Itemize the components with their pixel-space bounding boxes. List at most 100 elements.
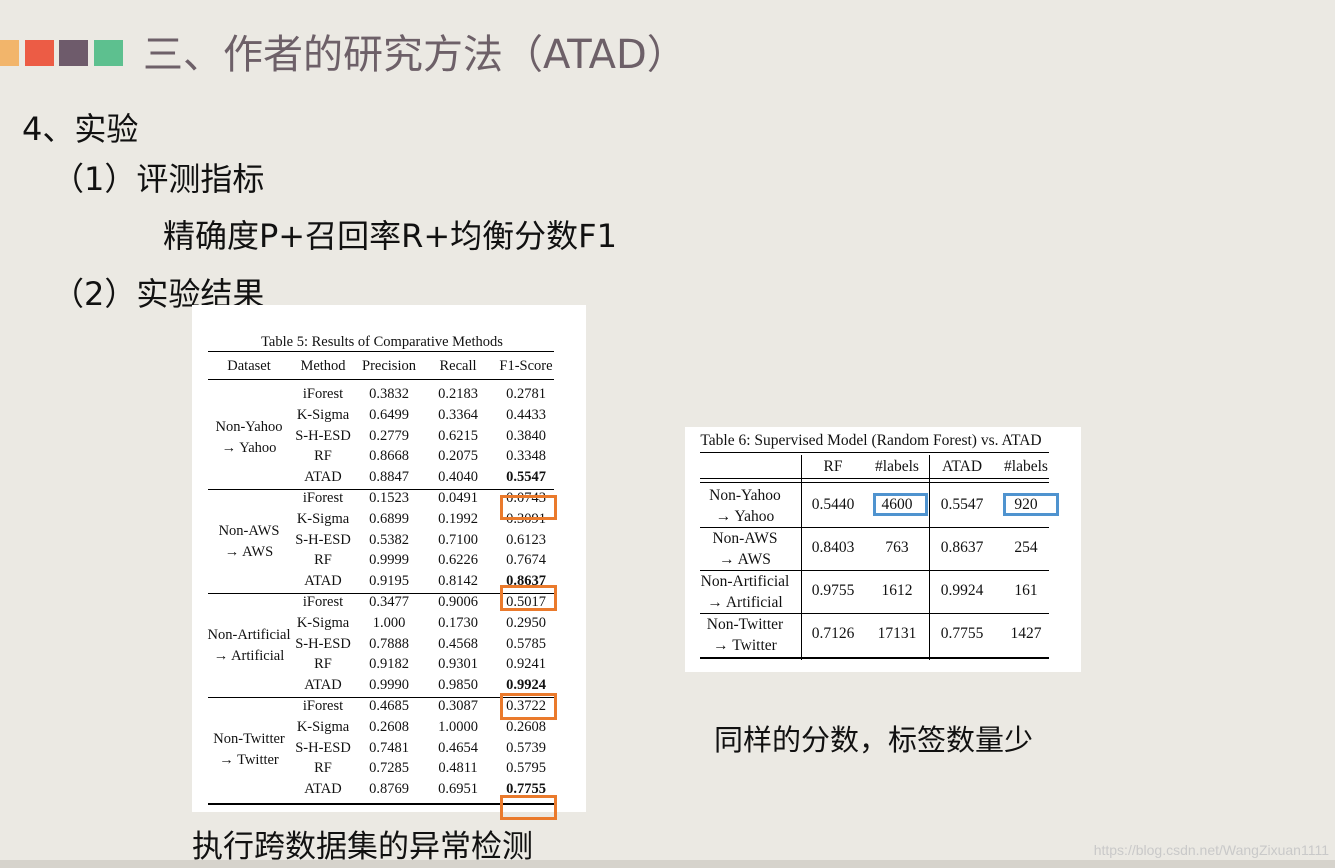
table5-cell: 0.9301 — [438, 656, 478, 673]
accent-square-3 — [59, 40, 88, 66]
table5-cell: S-H-ESD — [295, 531, 351, 548]
table6-header-atad: ATAD — [941, 458, 983, 475]
highlight-box — [500, 693, 557, 720]
table6-cell: 0.8403 — [811, 539, 855, 556]
table6-title: Table 6: Supervised Model (Random Forest… — [700, 432, 1042, 449]
table5-cell: 0.9999 — [369, 552, 409, 569]
table6-cell: 161 — [1014, 582, 1038, 599]
table5-cell: 0.1523 — [369, 490, 409, 506]
table6-cell: 0.5547 — [940, 496, 984, 513]
table5-cell: 0.7481 — [369, 739, 409, 756]
highlight-box — [500, 795, 557, 820]
table6-dataset-label: Non-Twitter → Twitter — [706, 616, 784, 654]
table5-dataset-label: Non-AWS → AWS — [218, 523, 280, 560]
table6-header-atad-labels: #labels — [1004, 458, 1048, 475]
table5-cell: S-H-ESD — [295, 427, 351, 444]
table5-cell: ATAD — [304, 469, 342, 486]
table5-cell: S-H-ESD — [295, 739, 351, 756]
table5-cell: 0.0491 — [438, 490, 478, 506]
highlight-box — [500, 585, 557, 611]
table5-cell: 0.4040 — [438, 469, 478, 486]
caption-right: 同样的分数，标签数量少 — [714, 723, 1034, 757]
table6-cell: 1427 — [1010, 625, 1042, 642]
table5-cell: 1.0000 — [438, 718, 478, 735]
table5-cell: 1.000 — [372, 614, 406, 631]
table5-header-precision: Precision — [362, 358, 416, 374]
accent-square-2 — [25, 40, 54, 66]
table5-cell: 0.2608 — [369, 718, 409, 735]
table5-cell: ATAD — [304, 573, 342, 590]
table-rule — [700, 452, 1049, 453]
table5-cell: 0.3087 — [438, 698, 478, 714]
table6-header-rf-labels: #labels — [875, 458, 919, 475]
table5-cell: 0.9006 — [438, 594, 478, 610]
table5-cell: 0.6226 — [438, 552, 478, 569]
table5-cell: 0.9182 — [369, 656, 409, 673]
table5-cell: 0.3477 — [369, 594, 409, 610]
table5-cell: 0.6499 — [369, 406, 409, 423]
table5-cell: 0.1992 — [438, 510, 478, 527]
table5-dataset-label: Non-Artificial → Artificial — [207, 627, 291, 664]
table5-header-f1-score: F1-Score — [499, 358, 553, 374]
metrics-text: 精确度P+召回率R+均衡分数F1 — [163, 217, 617, 255]
table5-cell: 0.9990 — [369, 677, 409, 694]
table6-header-rf: RF — [823, 458, 843, 475]
table5-cell: 0.5547 — [506, 469, 546, 486]
table5-cell: 0.6951 — [438, 781, 478, 798]
accent-square-1 — [0, 40, 19, 66]
table5-cell: 0.9850 — [438, 677, 478, 694]
table-col-divider — [929, 455, 930, 660]
table5-cell: 0.7674 — [506, 552, 546, 569]
table5-cell: iForest — [302, 490, 344, 506]
table5-cell: 0.4568 — [438, 635, 478, 652]
table5-cell: 0.9195 — [369, 573, 409, 590]
table6-cell: 0.9924 — [940, 582, 984, 599]
table6-cell: 0.7126 — [811, 625, 855, 642]
table-rule — [208, 351, 554, 352]
table6-cell: 763 — [885, 539, 909, 556]
table5-cell: 0.8142 — [438, 573, 478, 590]
table6-supervised-vs-atad: Table 6: Supervised Model (Random Forest… — [685, 427, 1081, 672]
table5-cell: 0.5382 — [369, 531, 409, 548]
table5-cell: 0.8847 — [369, 469, 409, 486]
table5-cell: 0.4685 — [369, 698, 409, 714]
table5-cell: K-Sigma — [296, 406, 350, 423]
table5-cell: 0.4433 — [506, 406, 546, 423]
table5-cell: K-Sigma — [296, 718, 350, 735]
table5-cell: iForest — [302, 698, 344, 714]
slide-title: 三、作者的研究方法（ATAD） — [143, 32, 687, 78]
table5-cell: 0.7285 — [369, 760, 409, 777]
table5-cell: 0.9924 — [506, 677, 546, 694]
table5-cell: 0.6123 — [506, 531, 546, 548]
label-count-highlight — [873, 493, 928, 516]
table5-cell: 0.2781 — [506, 386, 546, 402]
table5-dataset-label: Non-Twitter → Twitter — [213, 731, 285, 768]
table6-cell: 254 — [1014, 539, 1038, 556]
table5-cell: RF — [314, 552, 332, 569]
table5-cell: S-H-ESD — [295, 635, 351, 652]
table-rule — [700, 482, 1049, 483]
table5-cell: 0.8668 — [369, 448, 409, 465]
watermark: https://blog.csdn.net/WangZixuan1111 — [1093, 842, 1329, 858]
table5-header-method: Method — [300, 358, 346, 374]
table-rule — [700, 478, 1049, 479]
table5-cell: ATAD — [304, 677, 342, 694]
table5-comparative-methods: Table 5: Results of Comparative Methods … — [192, 305, 586, 820]
table5-title: Table 5: Results of Comparative Methods — [261, 334, 503, 350]
table6-cell: 0.5440 — [811, 496, 855, 513]
table5-cell: 0.3348 — [506, 448, 546, 465]
table5-cell: 0.4811 — [438, 760, 478, 777]
label-count-highlight — [1003, 493, 1059, 516]
table5-cell: 0.3832 — [369, 386, 409, 402]
table5-cell: RF — [314, 760, 332, 777]
table5-cell: ATAD — [304, 781, 342, 798]
subheading-metrics: （1）评测指标 — [52, 160, 265, 198]
table6-cell: 0.9755 — [811, 582, 855, 599]
table5-cell: 0.2779 — [369, 427, 409, 444]
table5-cell: 0.5795 — [506, 760, 546, 777]
table5-dataset-label: Non-Yahoo → Yahoo — [215, 419, 283, 456]
table5-cell: 0.2950 — [506, 614, 546, 631]
table6-cell: 17131 — [877, 625, 917, 642]
table6-cell: 1612 — [881, 582, 913, 599]
table5-cell: 0.1730 — [438, 614, 478, 631]
